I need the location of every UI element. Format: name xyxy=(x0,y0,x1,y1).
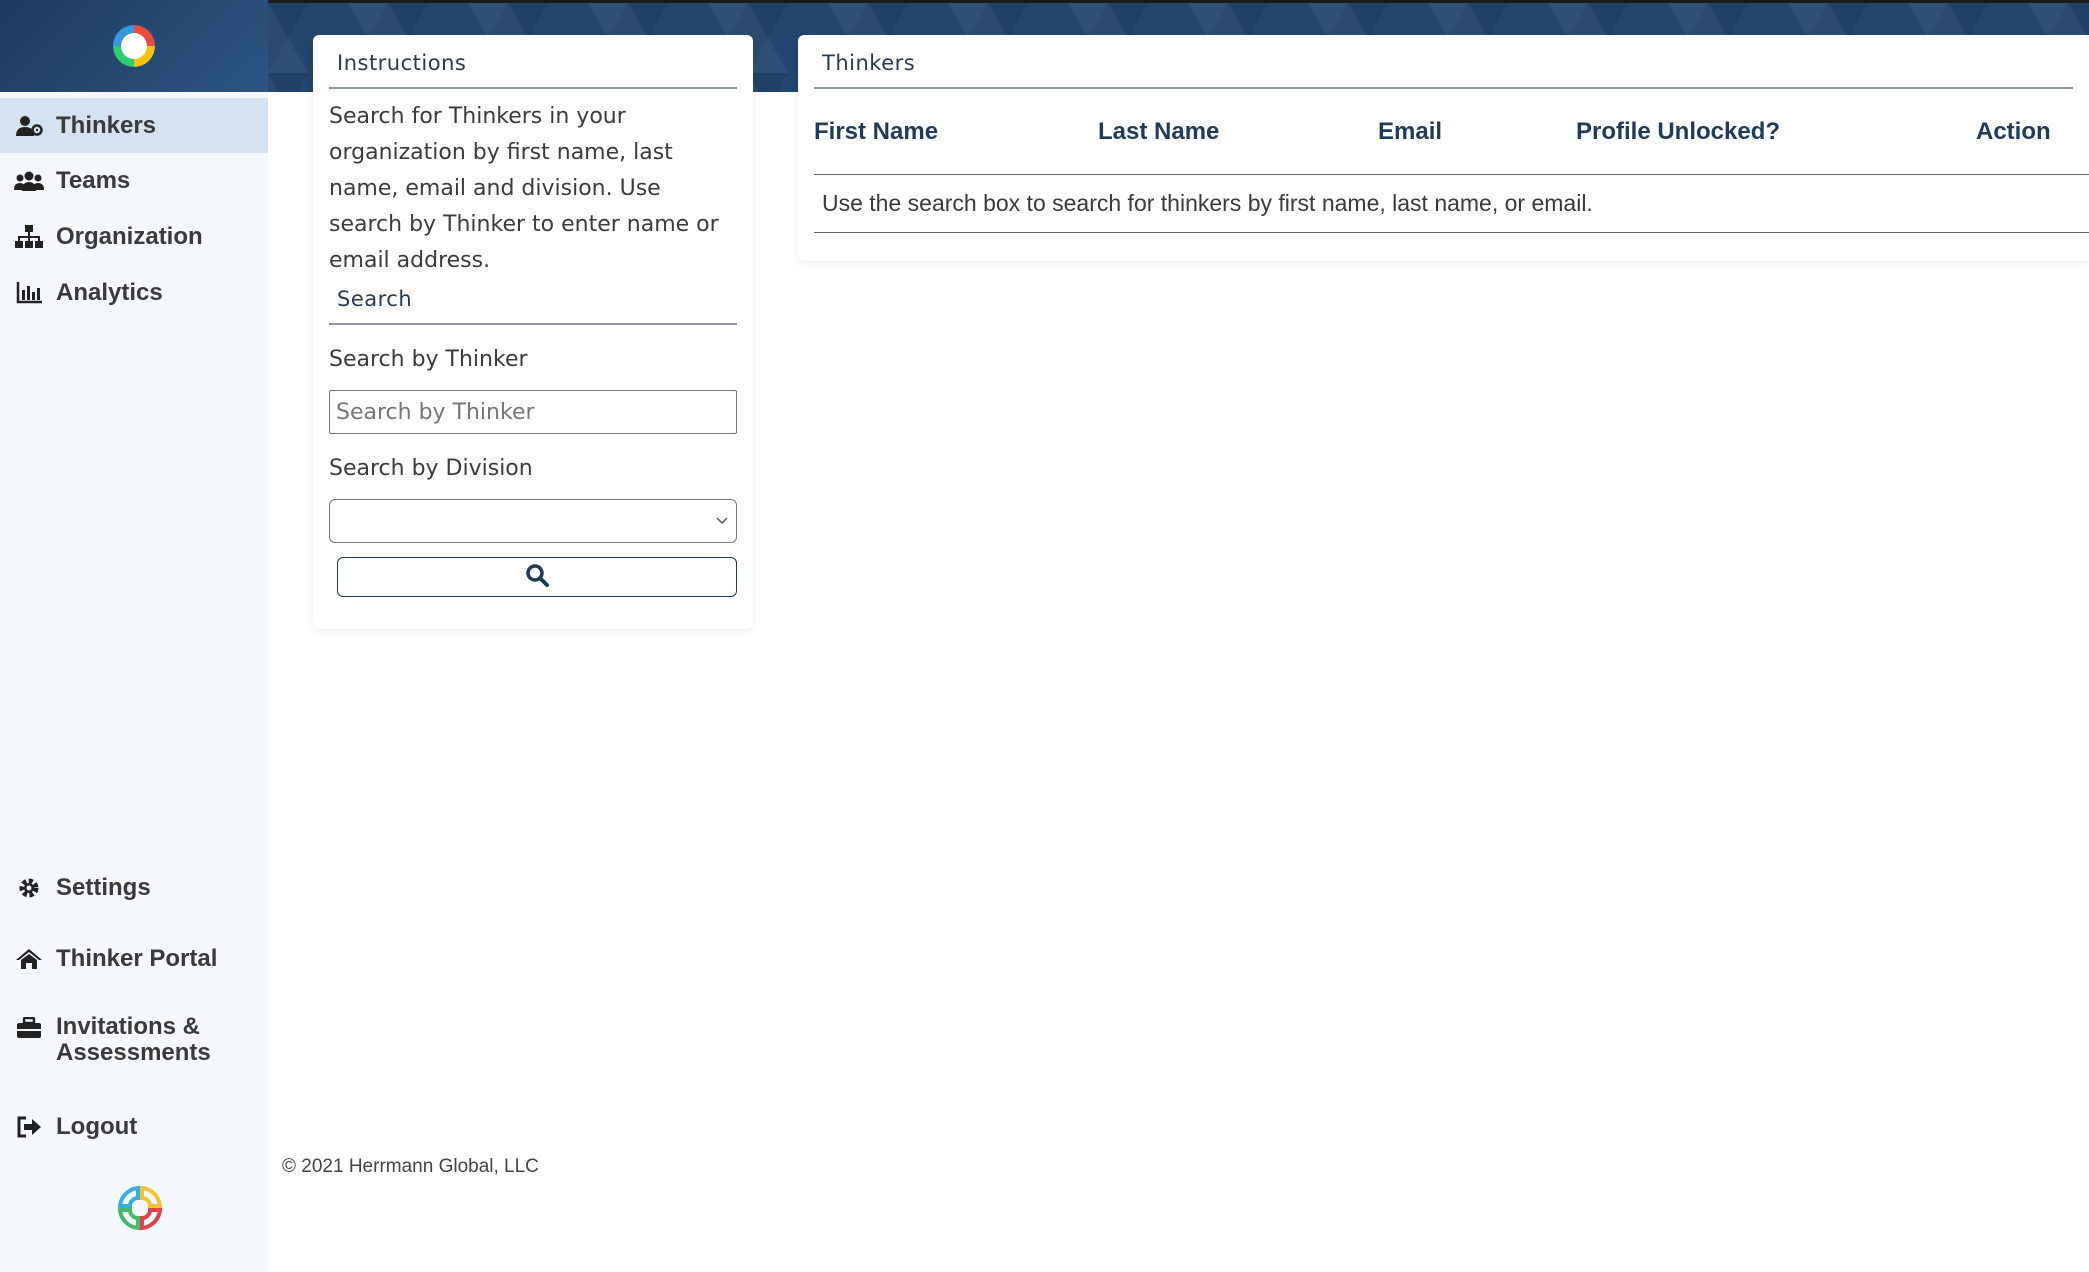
sidebar-item-settings[interactable]: Settings xyxy=(0,860,268,915)
bar-chart-icon xyxy=(14,281,44,305)
sidebar-item-logout[interactable]: Logout xyxy=(0,1099,268,1154)
sidebar-item-label: Settings xyxy=(56,873,151,901)
table-empty-message: Use the search box to search for thinker… xyxy=(814,175,2089,233)
column-header-email[interactable]: Email xyxy=(1378,118,1576,146)
sidebar-item-thinker-portal[interactable]: Thinker Portal xyxy=(0,931,268,986)
sidebar-item-label: Teams xyxy=(56,166,131,194)
home-icon xyxy=(14,947,44,971)
sidebar-item-label: Organization xyxy=(56,222,203,250)
search-icon xyxy=(525,563,549,592)
thinkers-panel: Thinkers First Name Last Name Email Prof… xyxy=(798,35,2089,261)
toolbox-icon xyxy=(14,1016,44,1040)
sidebar-item-label: Analytics xyxy=(56,278,163,306)
thinkers-title: Thinkers xyxy=(814,51,2073,89)
sidebar-item-thinkers[interactable]: Thinkers xyxy=(0,98,268,153)
sidebar-item-teams[interactable]: Teams xyxy=(0,153,268,208)
sidebar-item-organization[interactable]: Organization xyxy=(0,209,268,264)
column-header-first-name[interactable]: First Name xyxy=(814,118,1098,146)
sidebar-item-label: Invitations & Assessments xyxy=(56,1013,211,1066)
instructions-title: Instructions xyxy=(329,51,737,89)
search-by-thinker-input[interactable] xyxy=(329,390,737,434)
sidebar: Thinkers Teams Organization Analytics Se… xyxy=(0,0,268,1272)
user-gear-icon xyxy=(14,114,44,138)
sidebar-item-label: Thinkers xyxy=(56,111,157,139)
copyright-text: © 2021 Herrmann Global, LLC xyxy=(282,1156,539,1177)
sidebar-item-invitations-assessments[interactable]: Invitations & Assessments xyxy=(0,1006,268,1076)
search-title: Search xyxy=(329,287,737,325)
instructions-text: Search for Thinkers in your organization… xyxy=(329,104,719,273)
column-header-action: Action xyxy=(1976,117,2051,145)
search-button[interactable] xyxy=(337,557,737,597)
column-header-last-name[interactable]: Last Name xyxy=(1098,118,1378,146)
logout-icon xyxy=(14,1115,44,1139)
sidebar-item-label: Thinker Portal xyxy=(56,944,218,972)
brand-mark-icon xyxy=(116,1184,164,1232)
division-select[interactable] xyxy=(329,499,737,543)
column-header-profile-unlocked[interactable]: Profile Unlocked? xyxy=(1576,118,1976,146)
sidebar-header xyxy=(0,0,268,92)
users-icon xyxy=(14,169,44,193)
table-header: First Name Last Name Email Profile Unloc… xyxy=(814,89,2089,175)
gear-icon xyxy=(14,876,44,900)
thinkers-table: First Name Last Name Email Profile Unloc… xyxy=(814,89,2089,233)
search-by-division-label: Search by Division xyxy=(329,456,533,481)
sitemap-icon xyxy=(14,224,44,249)
brand-logo-icon[interactable] xyxy=(113,25,155,67)
sidebar-item-analytics[interactable]: Analytics xyxy=(0,265,268,320)
instructions-panel: Instructions Search for Thinkers in your… xyxy=(313,35,753,629)
search-by-thinker-label: Search by Thinker xyxy=(329,347,528,372)
sidebar-item-label: Logout xyxy=(56,1112,138,1140)
chevron-down-icon xyxy=(716,513,728,525)
